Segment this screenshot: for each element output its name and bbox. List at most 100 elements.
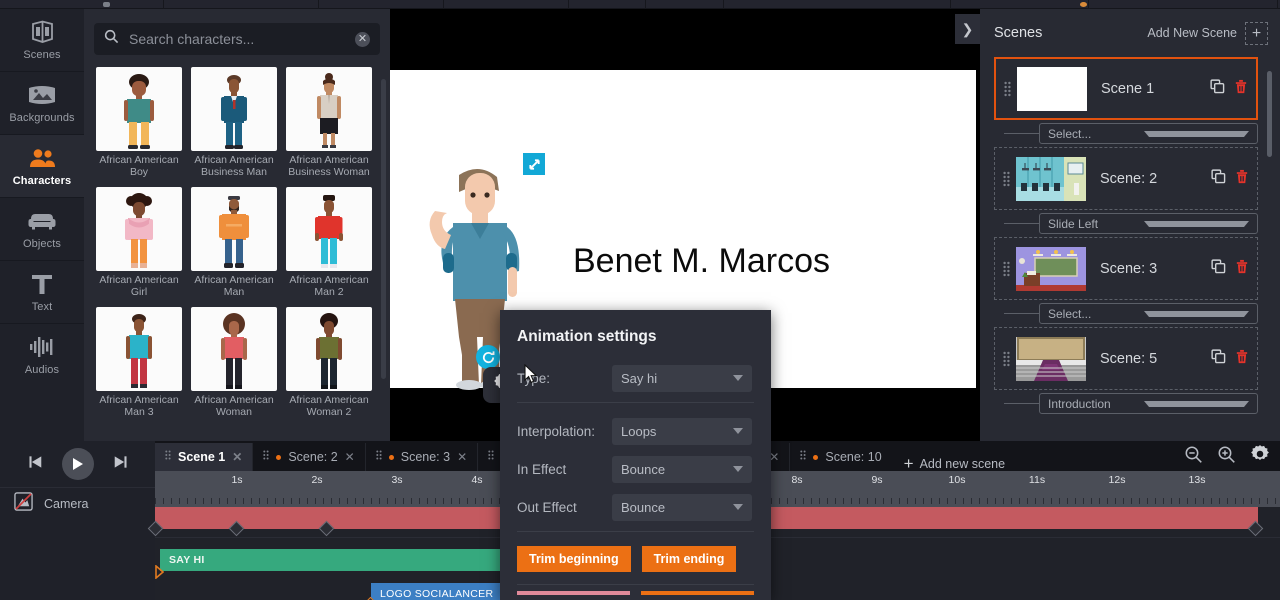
scene-card[interactable]: Scene 1 — [994, 57, 1258, 120]
drag-handle-icon[interactable] — [165, 450, 171, 465]
drag-handle-icon[interactable] — [1003, 261, 1010, 277]
close-icon[interactable]: ✕ — [345, 450, 355, 464]
transition-select[interactable]: Slide Left — [1039, 213, 1258, 234]
stage-title-text[interactable]: Benet M. Marcos — [573, 242, 830, 281]
sidebar-item-text[interactable]: Text — [0, 261, 84, 323]
type-select[interactable]: Say hi — [612, 364, 752, 392]
scenes-scrollbar[interactable] — [1267, 71, 1272, 157]
zoom-in-icon[interactable] — [1217, 445, 1236, 469]
transition-select[interactable]: Select... — [1039, 303, 1258, 324]
library-scrollbar[interactable] — [381, 79, 386, 379]
trash-icon[interactable] — [1235, 349, 1249, 369]
play-button[interactable] — [61, 448, 94, 480]
scene-card[interactable]: Scene: 3 — [994, 237, 1258, 300]
clip-label: LOGO SOCIALANCER — [380, 588, 494, 600]
step-back-button[interactable] — [28, 455, 46, 474]
trim-ending-button[interactable]: Trim ending — [641, 546, 737, 572]
trash-icon[interactable] — [1235, 259, 1249, 279]
cutoff-button-right[interactable] — [641, 591, 754, 595]
add-new-scene-label[interactable]: Add New Scene — [1147, 26, 1237, 40]
scene-actions — [1211, 168, 1249, 189]
drag-handle-icon[interactable] — [263, 450, 269, 465]
scene-thumbnail[interactable] — [1016, 246, 1086, 291]
camera-disabled-icon[interactable] — [14, 492, 33, 516]
transition-select[interactable]: Select... — [1039, 123, 1258, 144]
duplicate-icon[interactable] — [1210, 78, 1225, 99]
character-thumbnail[interactable] — [96, 67, 182, 151]
step-forward-button[interactable] — [110, 455, 127, 474]
sidebar-item-objects[interactable]: Objects — [0, 198, 84, 260]
sidebar-item-backgrounds[interactable]: Backgrounds — [0, 72, 84, 134]
zoom-out-icon[interactable] — [1184, 445, 1203, 469]
list-item[interactable]: African American Woman — [191, 307, 277, 418]
scene-tab[interactable]: Scene 1 ✕ — [155, 443, 254, 471]
clip-start-handle[interactable] — [155, 564, 165, 580]
drag-handle-icon[interactable] — [376, 450, 382, 465]
character-thumbnail[interactable] — [191, 67, 277, 151]
duplicate-icon[interactable] — [1211, 258, 1226, 279]
ruler-tick — [163, 498, 164, 504]
character-name: African American Woman — [194, 394, 274, 418]
resize-handle[interactable] — [523, 153, 545, 175]
sidebar-item-audios[interactable]: Audios — [0, 324, 84, 386]
list-item[interactable]: African American Boy — [96, 67, 182, 178]
trim-beginning-button[interactable]: Trim beginning — [517, 546, 631, 572]
list-item[interactable]: African American Girl — [96, 187, 182, 298]
close-icon[interactable]: ✕ — [232, 450, 242, 464]
drag-handle-icon[interactable] — [800, 450, 806, 465]
sidebar-item-label: Scenes — [23, 49, 61, 61]
collapse-panel-button[interactable]: ❯ — [955, 14, 980, 44]
drag-handle-icon[interactable] — [488, 450, 494, 465]
ruler-tick-label: 1s — [231, 474, 243, 486]
rotate-handle[interactable] — [476, 345, 500, 369]
character-thumbnail[interactable] — [286, 67, 372, 151]
ruler-tick — [1115, 498, 1116, 504]
sidebar-item-characters[interactable]: Characters — [0, 135, 84, 197]
ruler-tick — [963, 498, 964, 504]
gear-icon[interactable] — [1250, 444, 1270, 469]
scene-card[interactable]: Scene: 5 — [994, 327, 1258, 390]
animation-settings-popup[interactable]: Animation settings Type: Say hi Interpol… — [500, 310, 771, 600]
ruler-tick — [1123, 498, 1124, 504]
scene-tab[interactable]: Scene: 2 ✕ — [253, 443, 366, 471]
drag-handle-icon[interactable] — [1003, 351, 1010, 367]
character-thumbnail[interactable] — [96, 187, 182, 271]
character-thumbnail[interactable] — [96, 307, 182, 391]
search-bar[interactable]: ✕ — [94, 23, 380, 55]
drag-handle-icon[interactable] — [1003, 171, 1010, 187]
interpolation-select[interactable]: Loops — [612, 417, 752, 445]
scene-tab[interactable]: Scene: 10 — [790, 443, 891, 471]
list-item[interactable]: African American Man 2 — [286, 187, 372, 298]
trash-icon[interactable] — [1235, 169, 1249, 189]
character-thumbnail[interactable] — [286, 307, 372, 391]
in-effect-select[interactable]: Bounce — [612, 455, 752, 483]
add-new-scene-timeline-button[interactable]: + Add new scene — [892, 455, 1017, 472]
camera-track-header[interactable]: Camera — [0, 488, 155, 520]
out-effect-select[interactable]: Bounce — [612, 493, 752, 521]
character-thumbnail[interactable] — [191, 307, 277, 391]
sidebar-item-scenes[interactable]: Scenes — [0, 9, 84, 71]
scene-card[interactable]: Scene: 2 — [994, 147, 1258, 210]
list-item[interactable]: African American Man 3 — [96, 307, 182, 418]
duplicate-icon[interactable] — [1211, 168, 1226, 189]
scene-thumbnail[interactable] — [1016, 336, 1086, 381]
list-item[interactable]: African American Business Woman — [286, 67, 372, 178]
ruler-tick — [907, 498, 908, 504]
list-item[interactable]: African American Man — [191, 187, 277, 298]
character-thumbnail[interactable] — [286, 187, 372, 271]
transition-select[interactable]: Introduction — [1039, 393, 1258, 414]
list-item[interactable]: African American Woman 2 — [286, 307, 372, 418]
cutoff-button-left[interactable] — [517, 591, 630, 595]
clear-search-icon[interactable]: ✕ — [355, 31, 370, 47]
drag-handle-icon[interactable] — [1004, 81, 1011, 97]
duplicate-icon[interactable] — [1211, 348, 1226, 369]
scene-thumbnail[interactable] — [1017, 66, 1087, 111]
character-thumbnail[interactable] — [191, 187, 277, 271]
close-icon[interactable]: ✕ — [457, 450, 467, 464]
add-new-scene-button[interactable]: + — [1245, 21, 1268, 45]
list-item[interactable]: African American Business Man — [191, 67, 277, 178]
search-input[interactable] — [129, 31, 345, 47]
scene-thumbnail[interactable] — [1016, 156, 1086, 201]
scene-tab[interactable]: Scene: 3 ✕ — [366, 443, 479, 471]
trash-icon[interactable] — [1234, 79, 1248, 99]
